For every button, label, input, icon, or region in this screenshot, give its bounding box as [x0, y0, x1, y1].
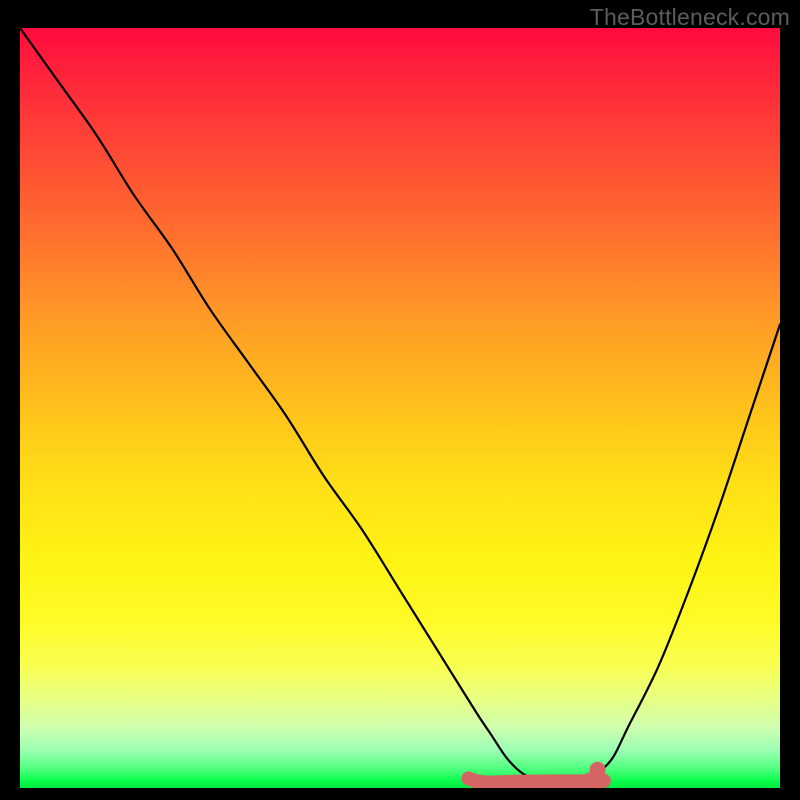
plot-area: [20, 28, 780, 788]
chart-svg: [20, 28, 780, 788]
optimal-range-marker: [468, 778, 603, 782]
optimal-range-end-dot: [590, 762, 606, 778]
chart-frame: [20, 28, 780, 788]
bottleneck-curve: [20, 28, 780, 785]
watermark-text: TheBottleneck.com: [590, 4, 790, 31]
